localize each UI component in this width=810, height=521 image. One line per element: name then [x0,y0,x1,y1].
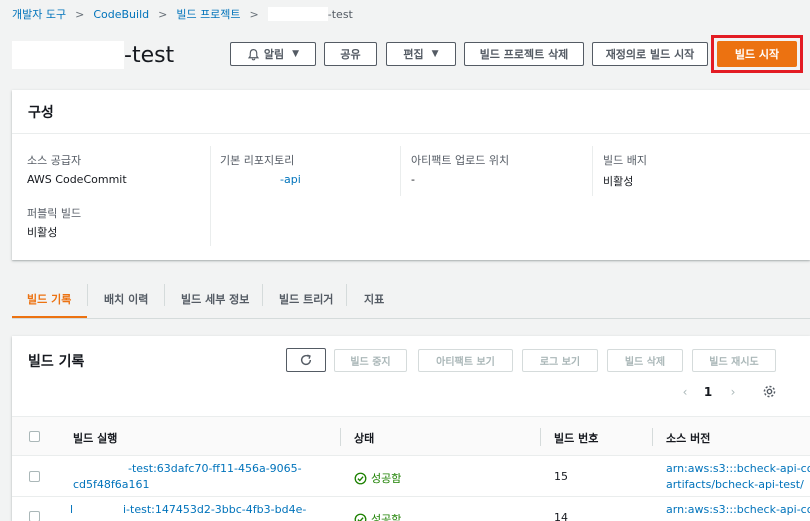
tab-batch-history[interactable]: 배치 이력 [104,280,148,318]
select-all-checkbox[interactable] [29,431,40,442]
breadcrumb-separator-icon: > [158,7,168,21]
tab-build-details[interactable]: 빌드 세부 정보 [181,280,249,318]
column-header-build-number[interactable]: 빌드 번호 [554,430,598,446]
breadcrumb-build-projects[interactable]: 빌드 프로젝트 [176,6,240,22]
status-badge: 성공함 [354,511,401,521]
page-title: -test [12,40,174,70]
build-run-link[interactable]: i-test:147453d2-3bbc-4fb3-bd4e- [123,503,306,516]
build-run-link-cont[interactable]: cd5f48f6a161 [73,478,150,491]
page-number[interactable]: 1 [700,383,716,401]
primary-repo-label: 기본 리포지토리 [220,154,295,167]
public-build-value: 비활성 [27,226,58,239]
retry-build-button[interactable]: 빌드 재시도 [692,349,776,372]
column-divider [652,428,653,446]
tab-bar-baseline [12,318,810,319]
tab-build-triggers[interactable]: 빌드 트리거 [279,280,333,318]
configuration-title: 구성 [12,90,810,134]
delete-project-button-label: 빌드 프로젝트 삭제 [479,48,569,61]
build-badge-label: 빌드 배지 [603,154,647,167]
start-with-overrides-button-label: 재정의로 빌드 시작 [605,48,695,61]
start-build-button[interactable]: 빌드 시작 [717,41,797,67]
notify-button-label: 알림 [263,48,285,61]
source-provider-value: AWS CodeCommit [27,173,127,186]
status-text: 성공함 [371,472,402,485]
row-divider [12,496,810,497]
view-logs-button[interactable]: 로그 보기 [522,349,598,372]
edit-button[interactable]: 편집 ▼ [386,42,456,66]
refresh-icon [300,354,312,366]
row-checkbox[interactable] [29,511,40,521]
start-with-overrides-button[interactable]: 재정의로 빌드 시작 [592,42,708,66]
share-button[interactable]: 공유 [324,42,377,66]
chevron-right-icon[interactable]: › [726,383,740,401]
tab-metrics[interactable]: 지표 [364,280,384,318]
page-title-text: -test [124,42,175,68]
edit-button-label: 편집 [403,48,424,61]
build-badge-value: 비활성 [603,175,634,188]
delete-project-button[interactable]: 빌드 프로젝트 삭제 [464,42,584,66]
tab-divider [164,284,165,306]
start-build-button-label: 빌드 시작 [734,48,780,61]
primary-repo-link[interactable]: -api [280,173,301,186]
bell-icon [247,48,260,60]
chevron-left-icon[interactable]: ‹ [678,383,692,401]
tab-build-history[interactable]: 빌드 기록 [27,280,71,318]
success-check-icon [354,513,367,521]
source-provider-label: 소스 공급자 [27,154,82,167]
row-checkbox[interactable] [29,471,40,482]
view-artifacts-button[interactable]: 아티팩트 보기 [418,349,513,372]
source-version-link[interactable]: arn:aws:s3:::bcheck-api-co [666,503,810,516]
build-number: 14 [554,511,568,521]
breadcrumb: 개발자 도구 > CodeBuild > 빌드 프로젝트 > -test [12,6,353,22]
breadcrumb-separator-icon: > [75,7,85,21]
artifact-location-label: 아티팩트 업로드 위치 [411,154,510,167]
tab-divider [262,284,263,306]
tab-bar: 빌드 기록 배치 이력 빌드 세부 정보 빌드 트리거 지표 [0,280,810,319]
build-history-title: 빌드 기록 [28,354,85,370]
public-build-label: 퍼블릭 빌드 [27,207,82,220]
delete-build-button[interactable]: 빌드 삭제 [607,349,683,372]
source-version-link[interactable]: arn:aws:s3:::bcheck-api-co [666,462,810,475]
stop-build-button[interactable]: 빌드 중지 [334,349,407,372]
redacted-block [267,7,328,21]
breadcrumb-current: -test [327,7,353,21]
column-divider [540,428,541,446]
column-divider [592,146,593,196]
source-version-link-cont[interactable]: artifacts/bcheck-api-test/ [666,478,804,491]
caret-down-icon: ▼ [292,49,300,59]
artifact-location-value: - [411,173,415,186]
redacted-block [12,41,124,69]
column-divider [400,146,401,196]
build-run-link-prefix-icon[interactable]: l [70,503,73,516]
gear-icon[interactable] [762,384,778,400]
build-run-link[interactable]: -test:63dafc70-ff11-456a-9065- [128,462,302,475]
refresh-button[interactable] [286,348,326,372]
status-text: 성공함 [371,513,402,521]
tab-divider [346,284,347,306]
tab-divider [87,284,88,306]
share-button-label: 공유 [340,48,361,61]
breadcrumb-separator-icon: > [249,7,259,21]
breadcrumb-codebuild[interactable]: CodeBuild [93,8,149,21]
column-header-build-run[interactable]: 빌드 실행 [73,430,117,446]
caret-down-icon: ▼ [431,49,439,59]
build-number: 15 [554,470,568,483]
success-check-icon [354,472,367,484]
column-divider [340,428,341,446]
notify-button[interactable]: 알림 ▼ [230,42,316,66]
breadcrumb-developer-tools[interactable]: 개발자 도구 [12,6,66,22]
column-header-source-version[interactable]: 소스 버전 [666,430,710,446]
status-badge: 성공함 [354,470,401,486]
column-divider [210,146,211,246]
column-header-status[interactable]: 상태 [354,430,374,446]
